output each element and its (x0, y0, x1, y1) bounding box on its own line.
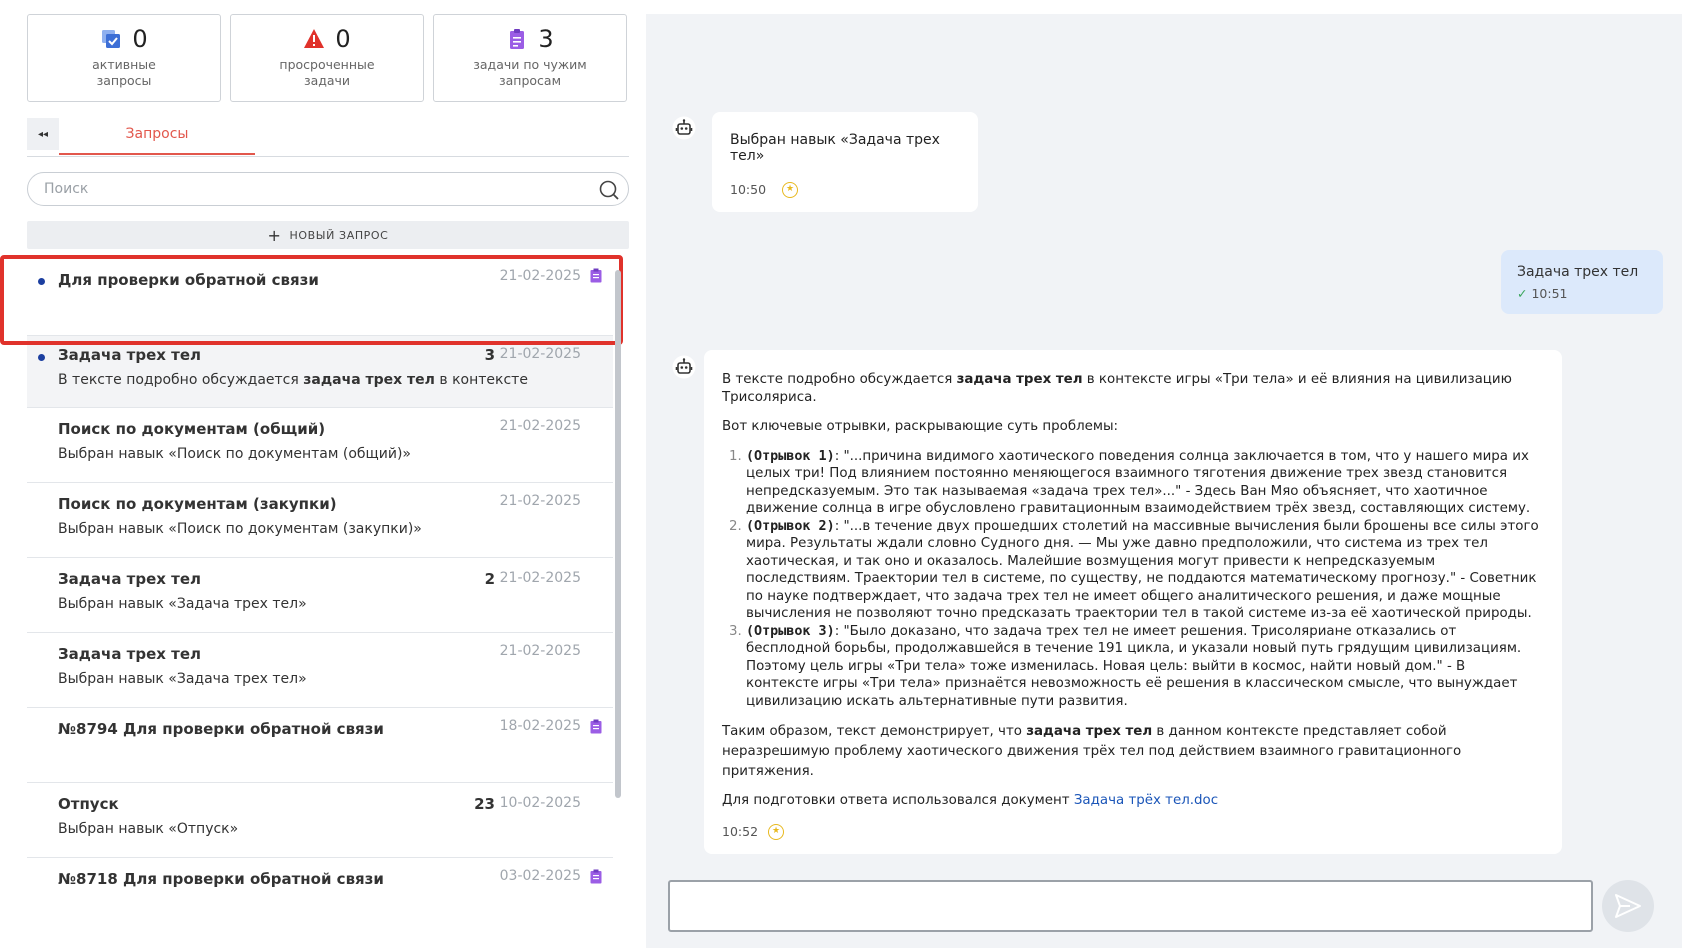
request-date: 21-02-2025 (499, 493, 581, 509)
message-text: Выбран навык «Задача трех тел» (730, 132, 940, 164)
send-icon (1615, 894, 1641, 918)
source-document-link[interactable]: Задача трёх тел.doc (1074, 793, 1218, 808)
request-date: 03-02-2025 (499, 868, 581, 884)
request-title: Задача трех тел (58, 346, 202, 364)
request-date: 10-02-2025 (499, 795, 581, 811)
excerpt-item: (Отрывок 2): "...в течение двух прошедши… (746, 518, 1542, 623)
selection-highlight (0, 255, 623, 345)
stats-bar: 0 активные запросы 0 просроченные задачи 3 (27, 14, 629, 104)
answer-conclusion: Таким образом, текст демонстрирует, что … (722, 724, 1462, 779)
bot-answer-message: В тексте подробно обсуждается задача тре… (704, 350, 1562, 854)
stat-foreign-tasks[interactable]: 3 задачи по чужим запросам (433, 14, 627, 102)
rate-star-icon[interactable]: ★ (768, 824, 784, 840)
list-item[interactable]: №8794 Для проверки обратной связи 18-02-… (27, 708, 613, 783)
request-preview: Выбран навык «Поиск по документам (общий… (58, 446, 411, 462)
search-icon[interactable] (598, 179, 620, 201)
request-date: 21-02-2025 (499, 570, 581, 586)
message-count: 23 (474, 795, 495, 813)
message-input[interactable] (668, 880, 1593, 932)
new-request-label: НОВЫЙ ЗАПРОС (289, 228, 389, 242)
list-item[interactable]: Задача трех тел 3 21-02-2025 В тексте по… (27, 336, 613, 408)
request-date: 21-02-2025 (499, 418, 581, 434)
answer-lead: Вот ключевые отрывки, раскрывающие суть … (722, 419, 1119, 434)
search-placeholder: Поиск (44, 181, 89, 197)
stat-value: 0 (132, 25, 148, 53)
request-preview: Выбран навык «Отпуск» (58, 821, 239, 837)
bot-avatar-icon (672, 116, 696, 140)
clipboard-icon (590, 869, 602, 884)
bot-message: Выбран навык «Задача трех тел» 10:50 ★ (712, 112, 978, 212)
request-title: Отпуск (58, 795, 119, 813)
request-preview: Выбран навык «Задача трех тел» (58, 596, 307, 612)
request-title: Поиск по документам (общий) (58, 420, 326, 438)
message-count: 3 (484, 346, 495, 364)
message-text: Задача трех тел (1517, 264, 1639, 280)
unread-dot (38, 354, 45, 361)
request-title: Поиск по документам (закупки) (58, 495, 337, 513)
request-title: Задача трех тел (58, 570, 202, 588)
stat-label: запросам (498, 73, 562, 88)
delivered-check-icon: ✓ (1517, 286, 1528, 301)
request-date: 21-02-2025 (499, 643, 581, 659)
clipboard-icon (510, 29, 525, 49)
request-title: Задача трех тел (58, 645, 202, 663)
double-chevron-left-icon: ◂◂ (37, 128, 49, 140)
stat-label: просроченные (279, 57, 375, 72)
message-time: 10:51 (1531, 286, 1568, 301)
stat-label: задачи по чужим (473, 57, 587, 72)
stat-value: 0 (335, 25, 351, 53)
request-list: Для проверки обратной связи 21-02-2025 З… (27, 258, 613, 948)
copy-check-icon (102, 30, 121, 48)
plus-icon: + (267, 225, 282, 245)
new-request-button[interactable]: + НОВЫЙ ЗАПРОС (27, 221, 629, 249)
stat-label: запросы (96, 73, 152, 88)
message-count: 2 (484, 570, 495, 588)
message-time: 10:52 (722, 824, 759, 839)
stat-value: 3 (538, 25, 554, 53)
list-item[interactable]: Отпуск 23 10-02-2025 Выбран навык «Отпус… (27, 783, 613, 858)
list-item[interactable]: Задача трех тел 21-02-2025 Выбран навык … (27, 633, 613, 708)
message-time: 10:50 (730, 182, 767, 197)
search-input[interactable]: Поиск (27, 172, 629, 206)
send-button[interactable] (1602, 880, 1654, 932)
excerpt-item: (Отрывок 3): "Было доказано, что задача … (746, 623, 1542, 711)
tab-bar: ◂◂ Запросы (27, 118, 629, 157)
answer-intro: В тексте подробно обсуждается задача тре… (722, 372, 1512, 405)
list-item[interactable]: Поиск по документам (закупки) 21-02-2025… (27, 483, 613, 558)
request-date: 18-02-2025 (499, 718, 581, 734)
request-date: 21-02-2025 (499, 346, 581, 362)
stat-label: задачи (303, 73, 351, 88)
list-scrollbar[interactable] (615, 270, 621, 798)
rate-star-icon[interactable]: ★ (782, 182, 798, 198)
bot-avatar-icon (672, 355, 696, 379)
request-preview: В тексте подробно обсуждается задача тре… (58, 372, 528, 391)
stat-overdue-tasks[interactable]: 0 просроченные задачи (230, 14, 424, 102)
list-item[interactable]: №8718 Для проверки обратной связи 03-02-… (27, 858, 613, 933)
answer-source: Для подготовки ответа использовался доку… (722, 793, 1219, 808)
stat-active-requests[interactable]: 0 активные запросы (27, 14, 221, 102)
request-preview: Выбран навык «Поиск по документам (закуп… (58, 521, 422, 537)
request-title: №8718 Для проверки обратной связи (58, 870, 384, 888)
user-message: Задача трех тел ✓ 10:51 (1501, 250, 1663, 314)
request-title: №8794 Для проверки обратной связи (58, 720, 384, 738)
excerpt-list: (Отрывок 1): "...причина видимого хаотич… (722, 448, 1542, 711)
clipboard-icon (590, 719, 602, 734)
request-preview: Выбран навык «Задача трех тел» (58, 671, 307, 687)
tab-requests[interactable]: Запросы (59, 118, 255, 155)
stat-label: активные (92, 57, 156, 72)
excerpt-item: (Отрывок 1): "...причина видимого хаотич… (746, 448, 1542, 518)
list-item[interactable]: Поиск по документам (общий) 21-02-2025 В… (27, 408, 613, 483)
list-item[interactable]: Задача трех тел 2 21-02-2025 Выбран навы… (27, 558, 613, 633)
warning-triangle-icon (304, 29, 325, 48)
collapse-panel-button[interactable]: ◂◂ (27, 118, 59, 150)
